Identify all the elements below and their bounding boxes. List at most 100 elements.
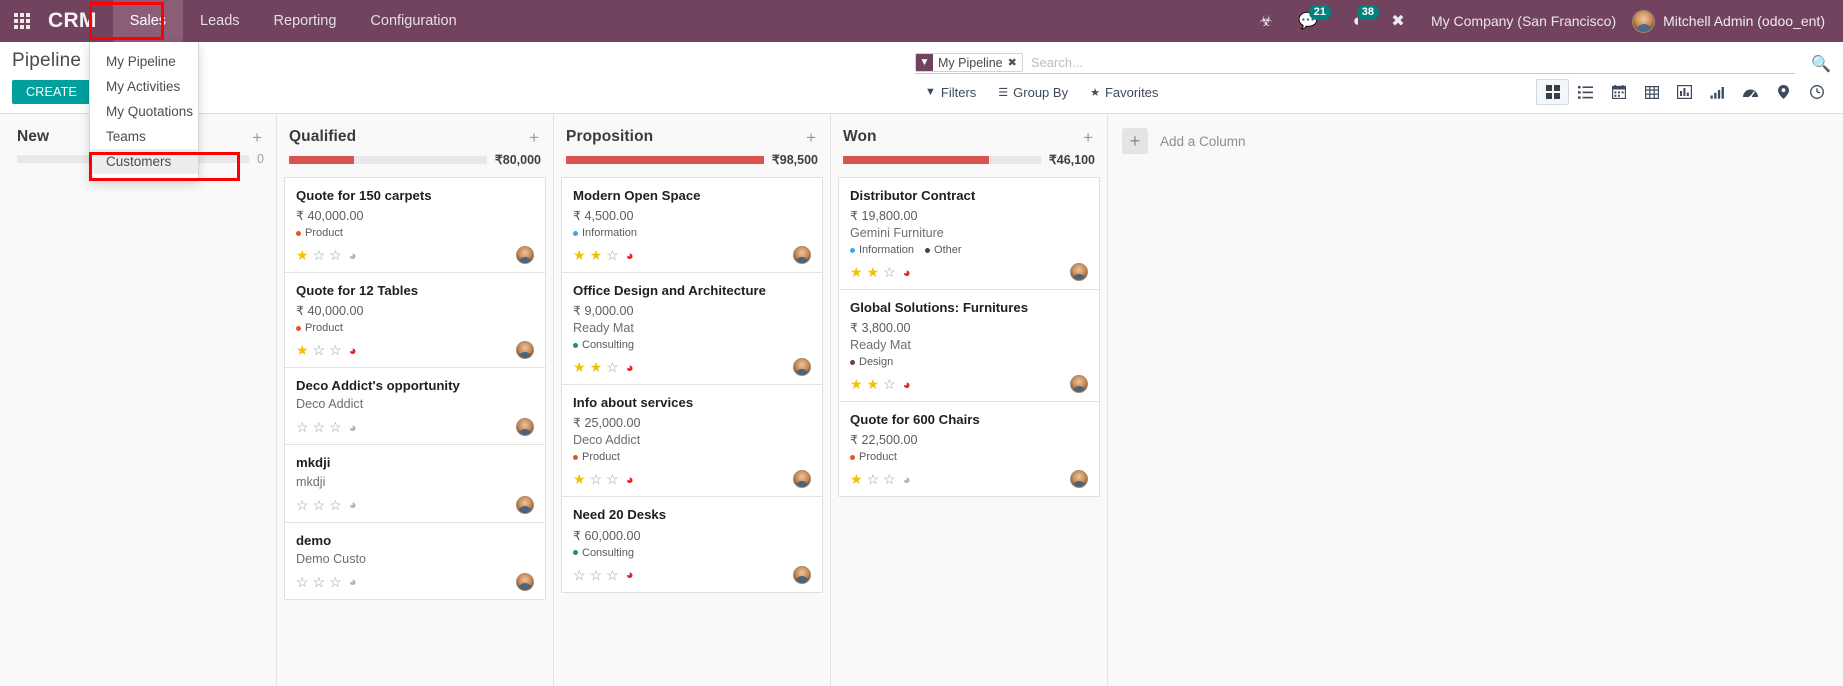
kanban-card[interactable]: mkdji mkdji ☆ ☆ ☆ ◕ xyxy=(285,445,545,523)
menu-item-sales[interactable]: Sales xyxy=(112,0,184,42)
progress-bar-segment[interactable] xyxy=(566,155,764,164)
priority-stars[interactable]: ☆ ☆ ☆ xyxy=(296,575,342,589)
star-filled-icon[interactable]: ★ xyxy=(296,248,309,262)
star-outline-icon[interactable]: ☆ xyxy=(590,472,603,486)
dropdown-item-customers[interactable]: Customers xyxy=(90,149,198,174)
menu-item-configuration[interactable]: Configuration xyxy=(353,0,473,42)
star-outline-icon[interactable]: ☆ xyxy=(606,568,619,582)
activity-clock-icon[interactable]: ◕ xyxy=(903,266,911,279)
star-filled-icon[interactable]: ★ xyxy=(573,248,586,262)
progress-bar[interactable] xyxy=(843,155,1041,164)
star-filled-icon[interactable]: ★ xyxy=(867,265,880,279)
user-menu[interactable]: Mitchell Admin (odoo_ent) xyxy=(1632,9,1831,33)
messages-button[interactable]: 💬 21 xyxy=(1285,0,1331,42)
star-filled-icon[interactable]: ★ xyxy=(867,377,880,391)
avatar[interactable] xyxy=(793,565,811,584)
menu-item-leads[interactable]: Leads xyxy=(183,0,257,42)
kanban-card[interactable]: Deco Addict's opportunity Deco Addict ☆ ☆ ☆ ◕ xyxy=(285,368,545,446)
add-card-plus-icon[interactable]: + xyxy=(806,129,818,146)
star-outline-icon[interactable]: ☆ xyxy=(590,568,603,582)
priority-stars[interactable]: ★ ★ ☆ xyxy=(573,248,619,262)
activities-button[interactable]: ◖ 38 xyxy=(1333,0,1379,42)
kanban-card[interactable]: Need 20 Desks ₹ 60,000.00 Consulting ☆ ☆ ☆ ◕ xyxy=(562,497,822,592)
avatar[interactable] xyxy=(793,358,811,377)
star-outline-icon[interactable]: ☆ xyxy=(606,248,619,262)
star-outline-icon[interactable]: ☆ xyxy=(883,265,896,279)
kanban-card[interactable]: Office Design and Architecture ₹ 9,000.00… xyxy=(562,273,822,386)
star-outline-icon[interactable]: ☆ xyxy=(883,472,896,486)
company-selector[interactable]: My Company (San Francisco) xyxy=(1417,13,1630,29)
kanban-card[interactable]: Quote for 600 Chairs ₹ 22,500.00 Product ★ ☆… xyxy=(839,402,1099,497)
search-icon[interactable]: 🔍 xyxy=(1811,54,1831,74)
activity-clock-icon[interactable]: ◕ xyxy=(349,344,357,357)
search-bar[interactable]: ▼ My Pipeline ✖ xyxy=(915,52,1795,74)
avatar[interactable] xyxy=(793,470,811,489)
star-filled-icon[interactable]: ★ xyxy=(850,472,863,486)
kanban-card[interactable]: Info about services ₹ 25,000.00 Deco Addic… xyxy=(562,385,822,498)
priority-stars[interactable]: ★ ☆ ☆ xyxy=(296,343,342,357)
search-input[interactable] xyxy=(1022,55,1795,70)
add-card-plus-icon[interactable]: + xyxy=(252,129,264,146)
progress-bar[interactable] xyxy=(566,155,764,164)
star-outline-icon[interactable]: ☆ xyxy=(606,360,619,374)
star-outline-icon[interactable]: ☆ xyxy=(296,498,309,512)
activity-clock-icon[interactable]: ◕ xyxy=(349,498,357,511)
activity-view-button[interactable] xyxy=(1800,79,1833,105)
star-filled-icon[interactable]: ★ xyxy=(850,265,863,279)
star-outline-icon[interactable]: ☆ xyxy=(329,420,342,434)
kanban-card[interactable]: Global Solutions: Furnitures ₹ 3,800.00 Re… xyxy=(839,290,1099,403)
star-outline-icon[interactable]: ☆ xyxy=(313,575,326,589)
avatar[interactable] xyxy=(793,246,811,265)
star-outline-icon[interactable]: ☆ xyxy=(883,377,896,391)
activity-clock-icon[interactable]: ◕ xyxy=(626,473,634,486)
pivot-view-button[interactable] xyxy=(1635,79,1668,105)
dropdown-item-my-quotations[interactable]: My Quotations xyxy=(90,99,198,124)
star-filled-icon[interactable]: ★ xyxy=(850,377,863,391)
star-outline-icon[interactable]: ☆ xyxy=(606,472,619,486)
activity-clock-icon[interactable]: ◕ xyxy=(349,249,357,262)
star-outline-icon[interactable]: ☆ xyxy=(329,343,342,357)
priority-stars[interactable]: ★ ★ ☆ xyxy=(850,377,896,391)
menu-item-reporting[interactable]: Reporting xyxy=(257,0,354,42)
activity-clock-icon[interactable]: ◕ xyxy=(626,361,634,374)
star-filled-icon[interactable]: ★ xyxy=(573,360,586,374)
progress-bar-segment[interactable] xyxy=(289,155,355,164)
star-outline-icon[interactable]: ☆ xyxy=(296,420,309,434)
star-filled-icon[interactable]: ★ xyxy=(573,472,586,486)
add-card-plus-icon[interactable]: + xyxy=(1083,129,1095,146)
kanban-card[interactable]: Distributor Contract ₹ 19,800.00 Gemini Fu… xyxy=(839,178,1099,291)
priority-stars[interactable]: ★ ★ ☆ xyxy=(850,265,896,279)
kanban-card[interactable]: Modern Open Space ₹ 4,500.00 Information ★ ★… xyxy=(562,178,822,274)
add-column-label[interactable]: Add a Column xyxy=(1160,134,1246,149)
favorites-dropdown[interactable]: ★ Favorites xyxy=(1090,85,1158,100)
star-filled-icon[interactable]: ★ xyxy=(590,248,603,262)
activity-clock-icon[interactable]: ◕ xyxy=(626,249,634,262)
avatar[interactable] xyxy=(516,246,534,265)
star-outline-icon[interactable]: ☆ xyxy=(329,575,342,589)
priority-stars[interactable]: ★ ★ ☆ xyxy=(573,360,619,374)
avatar[interactable] xyxy=(516,495,534,514)
dropdown-item-my-pipeline[interactable]: My Pipeline xyxy=(90,49,198,74)
priority-stars[interactable]: ☆ ☆ ☆ xyxy=(296,498,342,512)
activity-clock-icon[interactable]: ◕ xyxy=(626,568,634,581)
filters-dropdown[interactable]: ▼ Filters xyxy=(925,85,976,100)
activity-clock-icon[interactable]: ◕ xyxy=(903,378,911,391)
create-button[interactable]: CREATE xyxy=(12,80,91,104)
add-card-plus-icon[interactable]: + xyxy=(529,129,541,146)
avatar[interactable] xyxy=(1070,470,1088,489)
priority-stars[interactable]: ☆ ☆ ☆ xyxy=(296,420,342,434)
progress-bar-segment[interactable] xyxy=(843,155,990,164)
star-outline-icon[interactable]: ☆ xyxy=(329,498,342,512)
dropdown-item-teams[interactable]: Teams xyxy=(90,124,198,149)
graph-view-button[interactable] xyxy=(1668,79,1701,105)
kanban-view-button[interactable] xyxy=(1536,79,1569,105)
dropdown-item-my-activities[interactable]: My Activities xyxy=(90,74,198,99)
priority-stars[interactable]: ★ ☆ ☆ xyxy=(573,472,619,486)
map-view-button[interactable] xyxy=(1767,79,1800,105)
avatar[interactable] xyxy=(516,341,534,360)
chart-view-button[interactable] xyxy=(1701,79,1734,105)
calendar-view-button[interactable] xyxy=(1602,79,1635,105)
star-outline-icon[interactable]: ☆ xyxy=(573,568,586,582)
activity-clock-icon[interactable]: ◕ xyxy=(349,575,357,588)
priority-stars[interactable]: ★ ☆ ☆ xyxy=(850,472,896,486)
